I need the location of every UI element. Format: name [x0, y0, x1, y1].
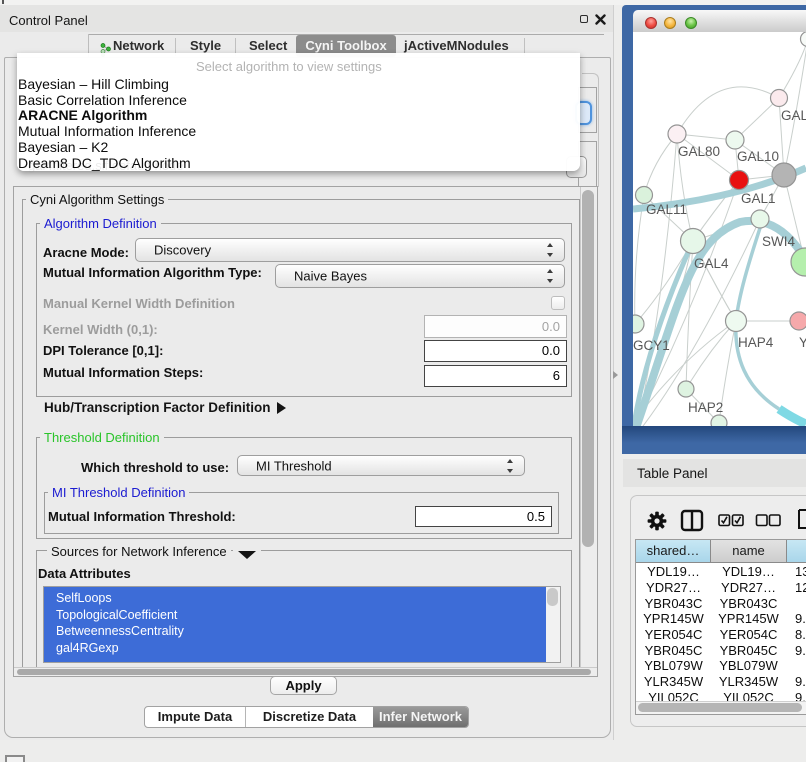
svg-text:SWI4: SWI4 [762, 234, 795, 249]
svg-text:GAL80: GAL80 [678, 144, 720, 159]
svg-text:Y: Y [799, 335, 806, 350]
svg-text:GAL4: GAL4 [694, 256, 729, 271]
svg-text:GCY1: GCY1 [633, 338, 670, 353]
svg-text:GAL2: GAL2 [781, 108, 806, 123]
svg-text:HAP2: HAP2 [688, 400, 723, 415]
svg-text:HAP4: HAP4 [738, 335, 774, 350]
svg-text:GAL1: GAL1 [741, 191, 776, 206]
svg-text:GAL11: GAL11 [646, 202, 687, 217]
svg-text:GAL10: GAL10 [737, 149, 779, 164]
